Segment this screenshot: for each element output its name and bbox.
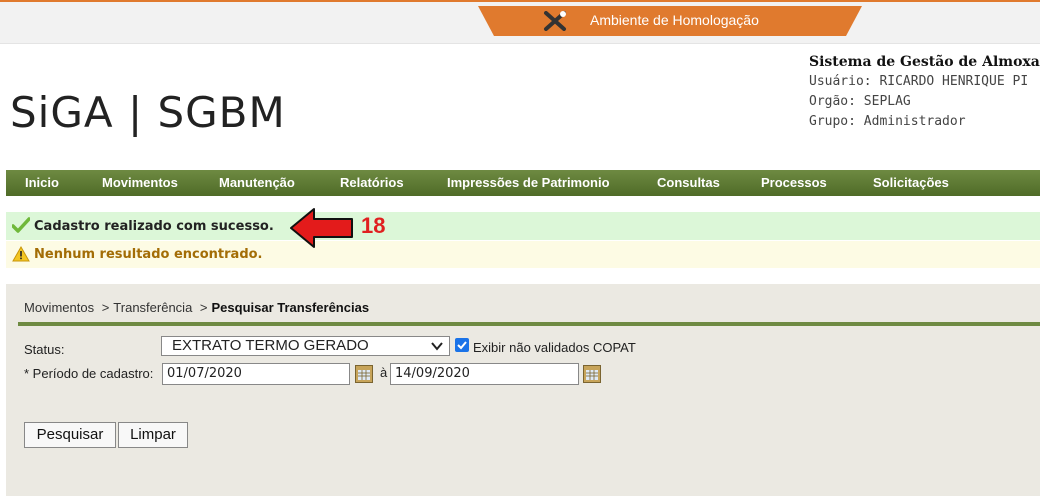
environment-strip: Ambiente de Homologação (0, 0, 1040, 44)
search-panel: Movimentos > Transferência > Pesquisar Tra… (6, 284, 1040, 496)
status-label: Status: (24, 342, 65, 357)
success-message: Cadastro realizado com sucesso. (6, 212, 1040, 240)
system-info: Sistema de Gestão de Almoxa Usuário: RIC… (809, 52, 1040, 132)
red-arrow-icon (290, 208, 353, 248)
menu-item-movimentos[interactable]: Movimentos (102, 175, 178, 190)
siga-sgbm-logo: SiGA | SGBM (10, 88, 286, 137)
menu-item-manutencao[interactable]: Manutenção (219, 175, 295, 190)
copat-checkbox[interactable] (455, 338, 469, 352)
menu-item-impressoes-patrimonio[interactable]: Impressões de Patrimonio (447, 175, 610, 190)
date-from-input[interactable]: 01/07/2020 (162, 363, 350, 385)
copat-checkbox-label: Exibir não validados COPAT (473, 340, 636, 355)
menu-item-relatorios[interactable]: Relatórios (340, 175, 404, 190)
breadcrumb-separator: > (101, 300, 110, 315)
breadcrumb-current: Pesquisar Transferências (211, 300, 370, 315)
menu-item-inicio[interactable]: Inicio (25, 175, 59, 190)
menu-item-consultas[interactable]: Consultas (657, 175, 720, 190)
status-select[interactable]: EXTRATO TERMO GERADO (161, 336, 450, 356)
user-info: Usuário: RICARDO HENRIQUE PI (809, 74, 1029, 89)
main-menu: Inicio Movimentos Manutenção Relatórios … (6, 170, 1040, 196)
breadcrumb-transferencia[interactable]: Transferência (113, 300, 192, 315)
warning-message: Nenhum resultado encontrado. (6, 241, 1040, 268)
date-to-input[interactable]: 14/09/2020 (390, 363, 579, 385)
org-info: Orgão: SEPLAG (809, 94, 911, 109)
checkmark-icon (457, 341, 467, 350)
calendar-icon[interactable] (583, 365, 601, 383)
warning-triangle-icon (12, 246, 30, 262)
menu-item-processos[interactable]: Processos (761, 175, 827, 190)
breadcrumb: Movimentos > Transferência > Pesquisar Tra… (24, 300, 369, 315)
menu-item-solicitacoes[interactable]: Solicitações (873, 175, 949, 190)
breadcrumb-separator: > (199, 300, 208, 315)
annotation-number: 18 (361, 213, 386, 238)
calendar-icon[interactable] (355, 365, 373, 383)
environment-banner: Ambiente de Homologação (478, 6, 862, 36)
clear-button[interactable]: Limpar (118, 422, 188, 448)
breadcrumb-movimentos[interactable]: Movimentos (24, 300, 94, 315)
warning-text: Nenhum resultado encontrado. (34, 247, 263, 262)
breadcrumb-divider (18, 322, 1040, 326)
success-text: Cadastro realizado com sucesso. (34, 219, 274, 234)
search-button[interactable]: Pesquisar (24, 422, 116, 448)
status-select-value: EXTRATO TERMO GERADO (172, 337, 369, 354)
period-label: * Período de cadastro: (24, 366, 154, 381)
chevron-down-icon (431, 342, 443, 351)
check-icon (12, 217, 30, 233)
environment-label: Ambiente de Homologação (590, 12, 759, 28)
system-title: Sistema de Gestão de Almoxa (809, 54, 1040, 70)
group-info: Grupo: Administrador (809, 114, 966, 129)
tools-icon (544, 11, 566, 31)
date-separator: à (380, 365, 388, 380)
